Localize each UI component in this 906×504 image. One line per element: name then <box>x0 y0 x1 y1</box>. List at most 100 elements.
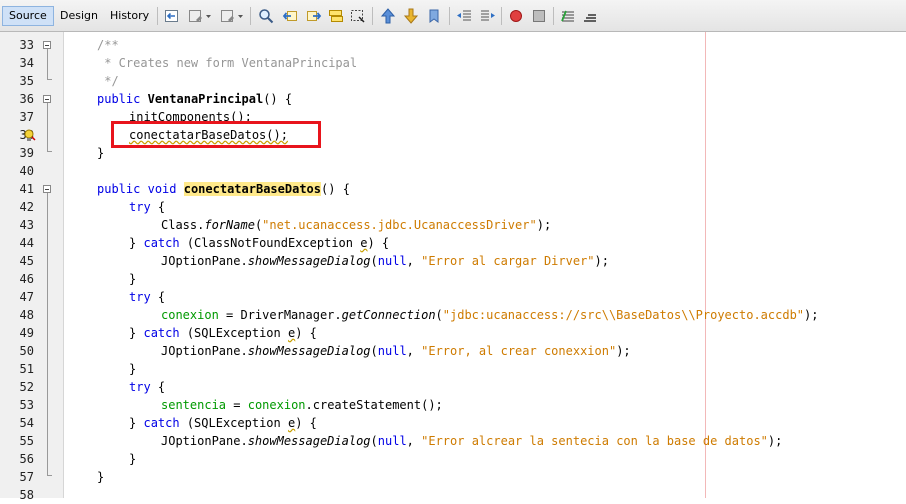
code-text: } <box>129 362 137 376</box>
fold-guide-end <box>47 475 52 476</box>
code-line: Class.forName("net.ucanaccess.jdbc.Ucana… <box>161 216 551 234</box>
code-text: } <box>97 146 105 160</box>
toolbar-separator <box>250 7 251 25</box>
find-selection-icon[interactable] <box>258 8 274 24</box>
code-text: { <box>150 290 166 304</box>
find-previous-icon[interactable] <box>282 8 298 24</box>
keyword: public <box>97 92 141 106</box>
start-macro-icon[interactable] <box>508 8 524 24</box>
field: conexion <box>247 398 306 412</box>
code-line: } <box>97 468 104 486</box>
keyword: null <box>377 344 407 358</box>
code-line: } <box>97 144 104 162</box>
previous-bookmark-icon[interactable] <box>380 8 396 24</box>
code-text: JOptionPane. <box>161 254 248 268</box>
line-number: 41 <box>19 182 34 196</box>
code-text: ) { <box>367 236 390 250</box>
code-text: { <box>150 380 166 394</box>
fold-toggle[interactable] <box>43 95 51 103</box>
shift-right-icon[interactable] <box>480 8 496 24</box>
line-number: 53 <box>19 398 34 412</box>
code-text: (SQLException <box>186 326 288 340</box>
toggle-highlight-icon[interactable] <box>328 8 344 24</box>
line-number: 34 <box>19 56 34 70</box>
code-text: ); <box>536 218 552 232</box>
chevron-down-icon[interactable] <box>205 8 212 24</box>
string-literal: "jdbc:ucanaccess://src\\BaseDatos\\Proye… <box>442 308 805 322</box>
method-name: conectatarBaseDatos <box>183 182 322 196</box>
comment-icon[interactable] <box>560 8 576 24</box>
tab-history[interactable]: History <box>104 6 155 26</box>
line-number: 49 <box>19 326 34 340</box>
code-text: JOptionPane. <box>161 344 248 358</box>
comment: /** <box>97 38 119 52</box>
field: sentencia <box>161 398 227 412</box>
toggle-rectangular-icon[interactable] <box>350 8 366 24</box>
method-call: showMessageDialog <box>247 344 371 358</box>
keyword: catch <box>143 236 180 250</box>
keyword: null <box>377 254 407 268</box>
code-line: /** <box>97 36 119 54</box>
stop-macro-icon[interactable] <box>531 8 547 24</box>
toggle-bookmark-icon[interactable] <box>426 8 442 24</box>
string-literal: "Error, al crear conexxion" <box>421 344 617 358</box>
code-text: () { <box>263 92 293 106</box>
uncomment-icon[interactable] <box>582 8 598 24</box>
shift-left-icon[interactable] <box>456 8 472 24</box>
line-number: 55 <box>19 434 34 448</box>
keyword: catch <box>143 416 180 430</box>
code-text: ( <box>370 434 378 448</box>
code-line: } catch (SQLException e) { <box>129 324 317 342</box>
next-bookmark-icon[interactable] <box>403 8 419 24</box>
code-line: JOptionPane.showMessageDialog(null, "Err… <box>161 432 782 450</box>
tab-design[interactable]: Design <box>54 6 104 26</box>
method-call: forName <box>204 218 255 232</box>
code-line: } catch (SQLException e) { <box>129 414 317 432</box>
lightbulb-hint-icon[interactable] <box>23 129 36 142</box>
code-line: try { <box>129 378 165 396</box>
fold-toggle[interactable] <box>43 41 51 49</box>
line-number: 45 <box>19 254 34 268</box>
method-call: showMessageDialog <box>247 254 371 268</box>
field: conexion <box>161 308 219 322</box>
code-text: } <box>129 326 137 340</box>
toolbar-separator <box>157 7 158 25</box>
code-line: try { <box>129 198 165 216</box>
code-line: try { <box>129 288 165 306</box>
right-margin-guide <box>705 32 706 498</box>
back-history-icon[interactable] <box>164 8 180 24</box>
line-number: 33 <box>19 38 34 52</box>
code-text: ); <box>804 308 819 322</box>
code-text: ); <box>616 344 631 358</box>
forward-icon[interactable] <box>220 8 236 24</box>
last-edit-icon[interactable] <box>188 8 204 24</box>
code-line: } catch (ClassNotFoundException e) { <box>129 234 389 252</box>
keyword: try <box>129 380 151 394</box>
line-number: 46 <box>19 272 34 286</box>
code-line: conexion = DriverManager.getConnection("… <box>161 306 818 324</box>
code-line: JOptionPane.showMessageDialog(null, "Err… <box>161 252 609 270</box>
fold-toggle[interactable] <box>43 185 51 193</box>
code-line: } <box>129 270 136 288</box>
fold-guide <box>47 193 48 475</box>
find-next-icon[interactable] <box>306 8 322 24</box>
code-text: ( <box>435 308 443 322</box>
toolbar-separator <box>553 7 554 25</box>
code-text: , <box>406 254 422 268</box>
fold-guide-end <box>47 151 52 152</box>
toolbar-separator <box>501 7 502 25</box>
line-number: 57 <box>19 470 34 484</box>
code-text: (ClassNotFoundException <box>186 236 361 250</box>
tab-source[interactable]: Source <box>2 6 54 26</box>
code-text: ) { <box>295 326 317 340</box>
code-text: = DriverManager. <box>218 308 342 322</box>
code-text: (SQLException <box>186 416 288 430</box>
line-number: 58 <box>19 488 34 502</box>
code-text: } <box>97 470 105 484</box>
method-call: showMessageDialog <box>247 434 371 448</box>
code-text: } <box>129 452 137 466</box>
line-number: 50 <box>19 344 34 358</box>
keyword: catch <box>143 326 180 340</box>
line-number: 35 <box>19 74 34 88</box>
chevron-down-icon[interactable] <box>237 8 244 24</box>
